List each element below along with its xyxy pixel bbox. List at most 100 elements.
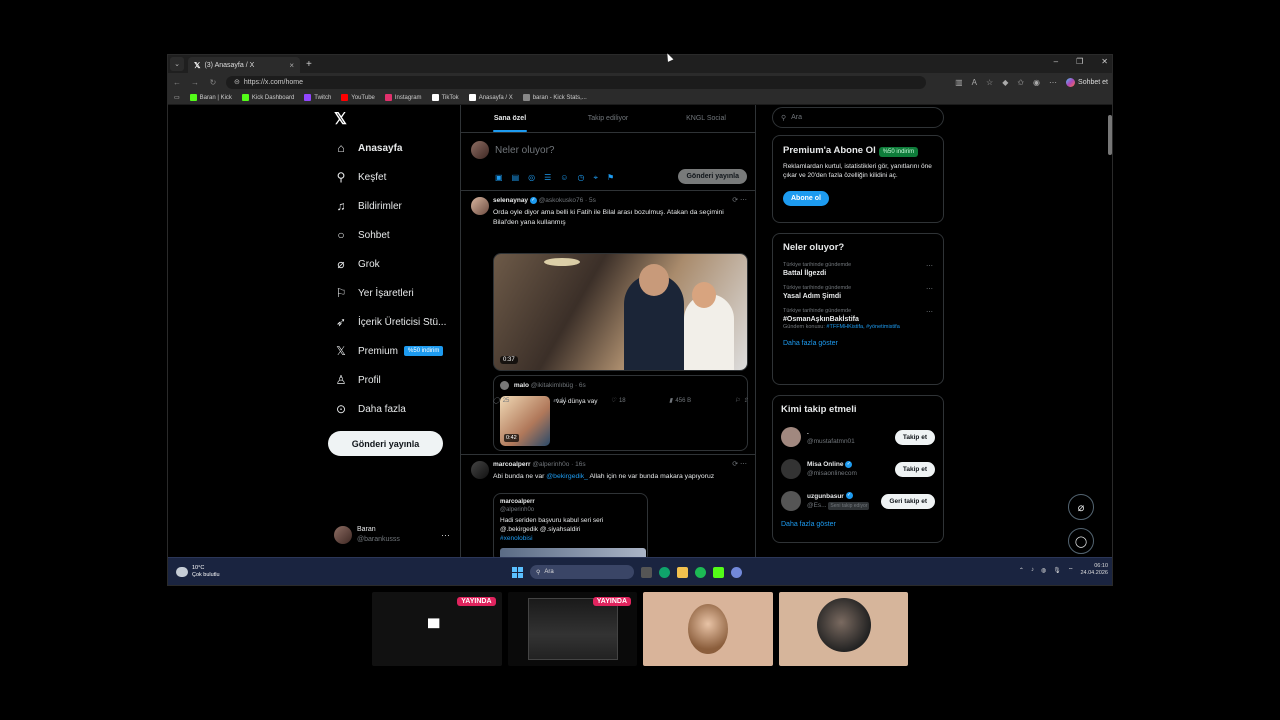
poll-icon[interactable]: ☰ (544, 173, 551, 183)
views-button[interactable]: ▮ 456 B (669, 397, 691, 405)
favorites-icon[interactable]: ✩ (1017, 78, 1024, 87)
scrollbar[interactable] (1108, 109, 1112, 549)
account-switcher[interactable]: Baran @barankusss ⋯ (334, 525, 450, 545)
close-tab-icon[interactable]: × (289, 61, 294, 70)
clock[interactable]: 06:10 24.04.2026 (1080, 563, 1108, 577)
hashtag-link[interactable]: #xenolobisi (500, 534, 603, 543)
spotify-icon[interactable] (695, 566, 706, 578)
retweet-button[interactable]: ⇄ 11 (553, 397, 567, 405)
trend-item[interactable]: Türkiye tarihinde gündemde Yasal Adım Şi… (783, 285, 933, 300)
bookmark-item[interactable]: YouTube (341, 94, 375, 101)
mic-icon[interactable]: 🎙︎ (1053, 567, 1061, 574)
tab-kngl-social[interactable]: KNGL Social (657, 105, 755, 132)
search-input[interactable]: ⚲ Ara (772, 107, 944, 128)
kick-app-icon[interactable] (713, 566, 724, 578)
stream-preview[interactable]: YAYINDA (507, 592, 637, 666)
profile-icon[interactable]: ◉ (1033, 78, 1040, 87)
speaker-icon[interactable]: ♪ (1031, 567, 1034, 573)
reply-button[interactable]: ◯ 25 (493, 397, 509, 405)
forward-icon[interactable]: → (190, 78, 200, 87)
minimize-icon[interactable]: – (1054, 57, 1058, 66)
trend-item[interactable]: Türkiye tarihinde gündemde #OsmanAşkınBa… (783, 308, 933, 330)
edge-icon[interactable] (659, 566, 670, 578)
tweet-author[interactable]: selenaynay (493, 197, 528, 204)
more-icon[interactable]: ⋯ (926, 285, 933, 293)
nav-creator-studio[interactable]: ➶ İçerik Üreticisi Stü... (334, 315, 446, 329)
file-explorer-icon[interactable] (677, 566, 688, 578)
wifi-icon[interactable]: ⌔ (1068, 566, 1074, 574)
tab-list-icon[interactable]: ⌄ (170, 57, 184, 71)
refresh-icon[interactable]: ↻ (208, 78, 218, 87)
stream-preview[interactable]: YAYINDA ▀ (372, 592, 502, 666)
grok-icon[interactable]: ◎ (528, 173, 535, 183)
post-button[interactable]: Gönderi yayınla (328, 431, 443, 456)
nav-bookmarks[interactable]: ⚐ Yer İşaretleri (334, 286, 414, 300)
stream-preview[interactable] (778, 592, 908, 666)
bookmark-item[interactable]: Anasayfa / X (468, 94, 513, 101)
follow-button[interactable]: Takip et (894, 461, 935, 477)
follow-back-button[interactable]: Geri takip et (881, 493, 935, 509)
stream-preview[interactable] (643, 592, 773, 666)
nav-more[interactable]: ⊙ Daha fazla (334, 402, 406, 416)
nav-home[interactable]: ⌂ Anasayfa (334, 141, 402, 155)
discord-icon[interactable] (731, 566, 742, 578)
quoted-tweet[interactable]: malo @ikitakimlıbüg · 6s 0:42 vay dünya … (493, 375, 748, 451)
show-more-link[interactable]: Daha fazla göster (781, 521, 935, 528)
nav-chat[interactable]: ○ Sohbet (334, 228, 389, 242)
start-icon[interactable] (512, 566, 523, 578)
gif-icon[interactable]: ▤ (512, 173, 520, 183)
nav-grok[interactable]: ⌀ Grok (334, 257, 379, 271)
taskbar-search[interactable]: ⚲ Ara (530, 565, 634, 579)
follow-button[interactable]: Takip et (894, 429, 935, 445)
more-icon[interactable]: ⟳ ⋯ (732, 460, 747, 468)
extensions-icon[interactable]: ◆ (1002, 78, 1008, 87)
flag-icon[interactable]: ⚑ (607, 173, 614, 183)
close-window-icon[interactable]: ✕ (1101, 57, 1108, 66)
tab-following[interactable]: Takip ediliyor (559, 105, 657, 132)
browser-tab[interactable]: 𝕏 (3) Anasayfa / X × (188, 57, 300, 73)
bookmark-item[interactable]: Kick Dashboard (241, 94, 294, 101)
bookmark-item[interactable]: Baran | Kick (189, 94, 232, 101)
nav-profile[interactable]: ♙ Profil (334, 373, 381, 387)
emoji-icon[interactable]: ☺ (560, 173, 568, 183)
bookmark-item[interactable]: Twitch (304, 94, 331, 101)
like-button[interactable]: ♡ 18 (611, 397, 626, 405)
mention-link[interactable]: @bekirgedik_ (546, 473, 588, 480)
more-icon[interactable]: ⋯ (441, 530, 450, 541)
x-logo-icon[interactable]: 𝕏 (334, 109, 347, 129)
more-icon[interactable]: ⋯ (926, 262, 933, 270)
quoted-tweet[interactable]: marcoalperr @alperinh0o Hadi seriden başv… (493, 493, 648, 558)
chevron-up-icon[interactable]: ⌃ (1019, 567, 1024, 574)
nav-explore[interactable]: ⚲ Keşfet (334, 170, 387, 184)
schedule-icon[interactable]: ◷ (577, 173, 584, 183)
new-tab-icon[interactable]: + (306, 59, 312, 70)
bookmark-button[interactable]: ⚐ ⇪ (735, 397, 748, 404)
tweet-video[interactable]: 0:37 (493, 253, 748, 371)
more-icon[interactable]: ⋯ (926, 308, 933, 316)
bookmark-item[interactable]: Instagram (384, 94, 422, 101)
back-icon[interactable]: ← (172, 78, 182, 87)
grok-fab-icon[interactable]: ⌀ (1068, 494, 1094, 520)
follow-suggestion[interactable]: . @mustafatmn01 Takip et (781, 425, 935, 449)
menu-icon[interactable]: ⋯ (1049, 78, 1057, 87)
trend-item[interactable]: Türkiye tarihinde gündemde Battal İlgezd… (783, 262, 933, 277)
follow-suggestion[interactable]: uzgunbasur ✓ @Es... Seni takip ediyor Ger… (781, 489, 935, 513)
task-view-icon[interactable] (641, 566, 652, 578)
image-icon[interactable]: ▣ (495, 173, 503, 183)
tweet[interactable]: selenaynay ✓ @askokusko76 · 5s ⟳ ⋯ Orda … (461, 191, 755, 455)
copilot-button[interactable]: Sohbet et (1066, 77, 1108, 87)
maximize-icon[interactable]: ❐ (1076, 57, 1083, 66)
tab-for-you[interactable]: Sana özel (461, 105, 559, 132)
location-icon[interactable]: ⌖ (593, 173, 598, 183)
nav-premium[interactable]: 𝕏 Premium %50 indirim (334, 344, 444, 358)
more-icon[interactable]: ⟳ ⋯ (732, 196, 747, 204)
nav-notifications[interactable]: ♫ Bildirimler (334, 199, 402, 213)
address-bar[interactable]: ⊝ https://x.com/home (226, 75, 926, 89)
show-more-link[interactable]: Daha fazla göster (783, 340, 933, 347)
bookmark-folder-icon[interactable]: ▭ (174, 94, 180, 101)
share-icon[interactable]: ⇪ (743, 397, 748, 404)
network-icon[interactable]: ◍ (1041, 567, 1046, 574)
messages-fab-icon[interactable]: ◯ (1068, 528, 1094, 554)
read-aloud-icon[interactable]: A (972, 78, 977, 87)
composer-post-button[interactable]: Gönderi yayınla (678, 169, 747, 184)
